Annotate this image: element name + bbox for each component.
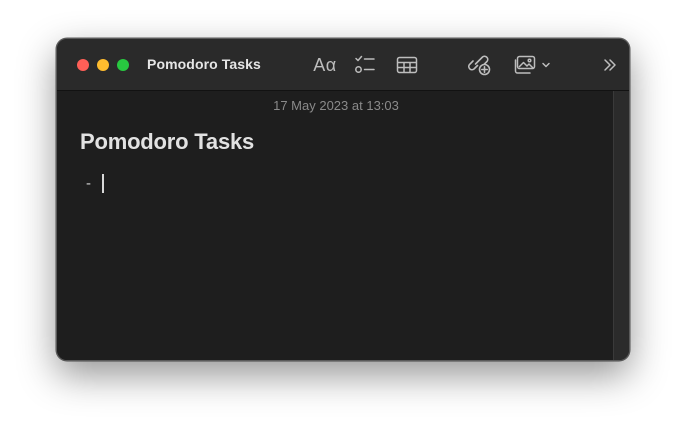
chevron-down-icon — [542, 62, 550, 68]
window-title: Pomodoro Tasks — [147, 56, 261, 72]
zoom-button[interactable] — [117, 59, 129, 71]
note-editor[interactable]: 17 May 2023 at 13:03 Pomodoro Tasks - — [57, 91, 615, 360]
note-line[interactable]: - — [86, 174, 104, 193]
note-date: 17 May 2023 at 13:03 — [273, 98, 399, 113]
text-cursor — [102, 174, 104, 193]
checklist-button[interactable] — [353, 52, 377, 78]
format-button[interactable]: Aα — [311, 52, 339, 78]
checklist-icon — [355, 55, 375, 73]
collaborate-link-icon — [468, 55, 491, 76]
vertical-scrollbar[interactable] — [613, 91, 629, 360]
photo-media-icon — [514, 55, 536, 74]
media-button[interactable] — [511, 52, 553, 78]
note-title[interactable]: Pomodoro Tasks — [80, 129, 254, 155]
table-icon — [396, 56, 418, 74]
minimize-button[interactable] — [97, 59, 109, 71]
text-format-icon: Aα — [313, 54, 337, 75]
collaborate-button[interactable] — [467, 52, 493, 78]
dash-bullet: - — [86, 175, 91, 192]
table-button[interactable] — [395, 52, 419, 78]
close-button[interactable] — [77, 59, 89, 71]
double-chevron-right-icon — [604, 59, 616, 71]
title-bar[interactable]: Pomodoro Tasks Aα — [57, 39, 629, 91]
notes-window: Pomodoro Tasks Aα 17 May 2023 at 13:03 P… — [56, 38, 630, 361]
more-toolbar-button[interactable] — [601, 52, 619, 78]
